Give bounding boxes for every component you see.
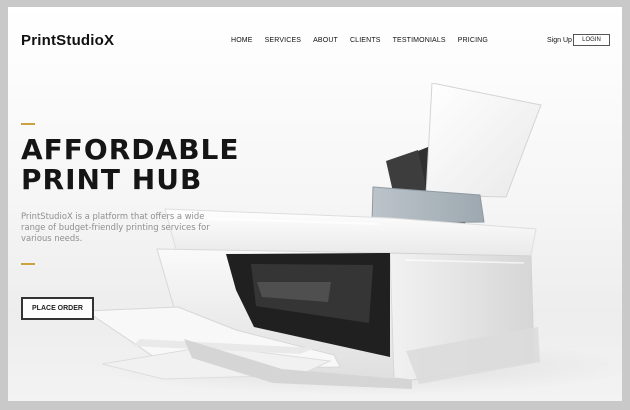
sign-up-link[interactable]: Sign Up (547, 37, 572, 44)
main-navigation: HOME SERVICES ABOUT CLIENTS TESTIMONIALS… (231, 37, 488, 44)
hero-description: PrintStudioX is a platform that offers a… (21, 211, 210, 243)
place-order-button[interactable]: PLACE ORDER (21, 297, 94, 320)
nav-testimonials[interactable]: TESTIMONIALS (393, 37, 446, 44)
headline-accent-line (21, 123, 35, 125)
hero-headline: AFFORDABLE PRINT HUB (21, 135, 281, 195)
brand-logo[interactable]: PrintStudioX (21, 32, 114, 49)
screenshot-frame: PrintStudioX HOME SERVICES ABOUT CLIENTS… (5, 5, 625, 405)
description-accent-line (21, 263, 35, 265)
landing-page: PrintStudioX HOME SERVICES ABOUT CLIENTS… (8, 7, 622, 401)
nav-pricing[interactable]: PRICING (458, 37, 488, 44)
nav-clients[interactable]: CLIENTS (350, 37, 381, 44)
nav-about[interactable]: ABOUT (313, 37, 338, 44)
nav-services[interactable]: SERVICES (265, 37, 301, 44)
hero-headline-line-1: AFFORDABLE (21, 133, 240, 166)
nav-home[interactable]: HOME (231, 37, 253, 44)
login-button[interactable]: LOGIN (573, 34, 610, 46)
hero-headline-line-2: PRINT HUB (21, 163, 203, 196)
